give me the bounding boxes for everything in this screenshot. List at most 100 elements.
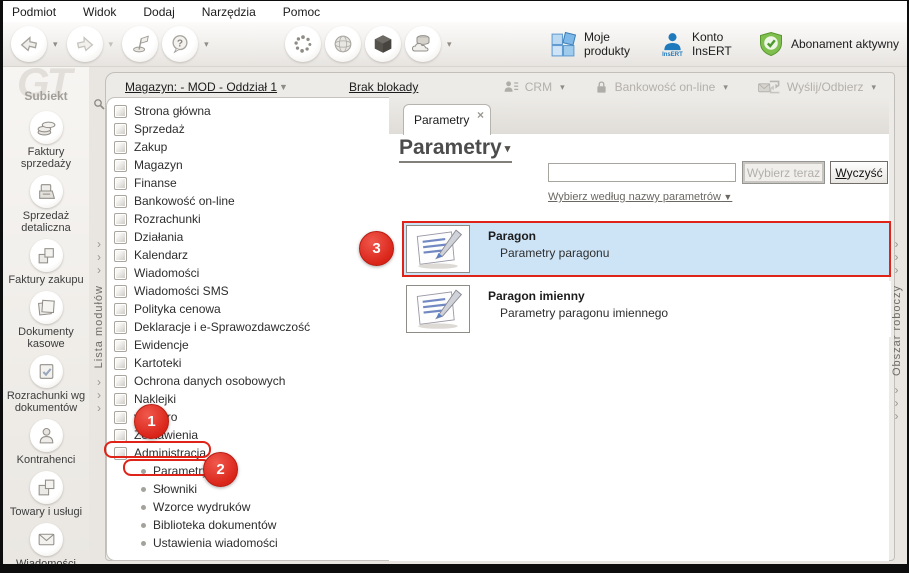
forward-button[interactable] xyxy=(66,26,103,62)
workspace-area-strip[interactable]: › › › Obszar roboczy › › › xyxy=(888,98,905,550)
module-button[interactable]: Kontrahenci xyxy=(3,417,89,469)
subscription-status-button[interactable]: Abonament aktywny xyxy=(758,31,899,57)
nav-item-icon xyxy=(114,428,127,442)
expand-chevron-icon[interactable]: › xyxy=(895,264,899,277)
cloud-data-button[interactable] xyxy=(405,26,441,62)
nav-item[interactable]: Ustawienia wiadomości xyxy=(107,534,389,552)
insert-account-button[interactable]: InsERT Konto InsERT xyxy=(660,30,736,58)
nav-item[interactable]: Wiadomości SMS xyxy=(107,282,389,300)
module-list: Faktury sprzedaży Sprzedaż detaliczna Fa… xyxy=(3,109,89,564)
nav-item[interactable]: Ochrona danych osobowych xyxy=(107,372,389,390)
nav-item[interactable]: Kalendarz xyxy=(107,246,389,264)
workspace-area-strip-label: Obszar roboczy xyxy=(890,285,903,377)
warehouse-caret-icon[interactable]: ▼ xyxy=(279,82,288,92)
module-button[interactable]: Dokumenty kasowe xyxy=(3,289,89,353)
send-receive-button[interactable]: Wyślij/Odbierz ▾ xyxy=(757,79,881,95)
crm-toggle[interactable]: CRM ▾ xyxy=(503,79,570,95)
forward-arrow-icon xyxy=(76,36,93,52)
parameter-search-input[interactable] xyxy=(548,163,736,182)
nav-item[interactable]: Słowniki xyxy=(107,480,389,498)
paragon-document-icon xyxy=(416,229,463,269)
globe-button[interactable] xyxy=(325,26,361,62)
nav-item-icon xyxy=(114,356,127,370)
nav-item[interactable]: Polityka cenowa xyxy=(107,300,389,318)
module-button[interactable]: Faktury sprzedaży xyxy=(3,109,89,173)
help-dropdown-caret-icon[interactable]: ▾ xyxy=(204,39,209,50)
pin-icon[interactable] xyxy=(93,98,105,110)
nav-item[interactable]: Wiadomości xyxy=(107,264,389,282)
context-bar: Magazyn: - MOD - Oddział 1 ▼ Brak blokady… xyxy=(125,77,881,97)
banking-lock-icon xyxy=(597,81,606,93)
module-button[interactable]: Towary i usługi xyxy=(3,469,89,521)
menu-dodaj[interactable]: Dodaj xyxy=(143,5,174,19)
nav-item-icon xyxy=(114,446,127,460)
choose-now-button[interactable]: Wybierz teraz xyxy=(742,161,825,184)
nav-item-icon xyxy=(114,104,127,118)
nav-item-icon xyxy=(114,338,127,352)
module-button[interactable]: Rozrachunki wg dokumentów xyxy=(3,353,89,417)
cube-button[interactable] xyxy=(365,26,401,62)
app-window: Podmiot Widok Dodaj Narzędzia Pomoc ▾ ▾ … xyxy=(0,0,909,573)
nav-item[interactable]: Biblioteka dokumentów xyxy=(107,516,389,534)
context-services: CRM ▾ Bankowość on-line ▾ Wyślij/Odbierz ▾ xyxy=(489,79,881,95)
help-button[interactable]: ? xyxy=(162,26,199,62)
globe-icon xyxy=(334,35,352,53)
clear-button[interactable]: Wyczyść xyxy=(830,161,888,184)
nav-item[interactable]: Kartoteki xyxy=(107,354,389,372)
nav-item[interactable]: Sprzedaż xyxy=(107,120,389,138)
flag-button[interactable] xyxy=(122,26,159,62)
insert-logo-text: InsERT xyxy=(662,51,683,58)
back-button[interactable] xyxy=(11,26,47,62)
tab-parametry[interactable]: Parametry × xyxy=(403,104,491,135)
nav-item[interactable]: Działania xyxy=(107,228,389,246)
module-button[interactable]: Sprzedaż detaliczna xyxy=(3,173,89,237)
module-button[interactable]: Wiadomości odebrane xyxy=(3,521,89,564)
nav-item[interactable]: Zakup xyxy=(107,138,389,156)
menu-widok[interactable]: Widok xyxy=(83,5,116,19)
menu-bar: Podmiot Widok Dodaj Narzędzia Pomoc xyxy=(3,1,907,22)
back-dropdown-caret-icon[interactable]: ▾ xyxy=(53,39,58,50)
insert-account-icon xyxy=(664,32,681,50)
nav-item[interactable]: Deklaracje i e-Sprawozdawczość xyxy=(107,318,389,336)
nav-item[interactable]: Administracja xyxy=(107,444,389,462)
expand-chevron-icon[interactable]: › xyxy=(97,264,101,277)
lock-status-link[interactable]: Brak blokady xyxy=(349,80,418,94)
page-title[interactable]: Parametry ▾ xyxy=(399,136,513,163)
gear-dots-button[interactable] xyxy=(285,26,321,62)
subscription-label: Abonament aktywny xyxy=(790,37,899,51)
cloud-dropdown-caret-icon[interactable]: ▾ xyxy=(447,39,452,50)
module-list-strip-label: Lista modułów xyxy=(93,285,105,369)
my-products-button[interactable]: Moje produkty xyxy=(550,30,638,58)
nav-item[interactable]: Finanse xyxy=(107,174,389,192)
tab-close-icon[interactable]: × xyxy=(477,109,484,121)
retail-sales-icon xyxy=(29,175,63,208)
goods-services-icon xyxy=(29,471,63,504)
expand-chevron-icon[interactable]: › xyxy=(97,402,101,415)
online-banking-toggle[interactable]: Bankowość on-line ▾ xyxy=(594,79,733,95)
nav-item-icon xyxy=(114,194,127,208)
forward-dropdown-caret-icon[interactable]: ▾ xyxy=(109,39,114,50)
nav-sub-bullet-icon xyxy=(141,522,146,528)
help-icon: ? xyxy=(172,35,188,54)
services-group: ▾ xyxy=(285,26,457,62)
menu-pomoc[interactable]: Pomoc xyxy=(283,5,320,19)
nav-item[interactable]: Rozrachunki xyxy=(107,210,389,228)
nav-item[interactable]: Wzorce wydruków xyxy=(107,498,389,516)
warehouse-selector-link[interactable]: Magazyn: - MOD - Oddział 1 xyxy=(125,80,277,94)
parameter-row[interactable]: Paragon Parametry paragonu xyxy=(402,221,891,277)
navigation-panel: Strona główna Sprzedaż Zakup Magazyn Fin… xyxy=(106,97,390,561)
paragon-document-icon xyxy=(416,289,463,329)
nav-item[interactable]: Magazyn xyxy=(107,156,389,174)
nav-item[interactable]: Ewidencje xyxy=(107,336,389,354)
menu-podmiot[interactable]: Podmiot xyxy=(12,5,56,19)
filter-by-name-link[interactable]: Wybierz według nazwy parametrów ▼ xyxy=(548,191,732,203)
expand-chevron-icon[interactable]: › xyxy=(895,410,899,423)
nav-item[interactable]: Bankowość on-line xyxy=(107,192,389,210)
parameter-row[interactable]: Paragon imienny Parametry paragonu imien… xyxy=(402,281,891,337)
module-button[interactable]: Faktury zakupu xyxy=(3,237,89,289)
nav-item[interactable]: Strona główna xyxy=(107,102,389,120)
nav-item[interactable]: Parametry xyxy=(107,462,389,480)
parameter-list: Paragon Parametry paragonu Paragon imien… xyxy=(402,221,892,341)
menu-narzedzia[interactable]: Narzędzia xyxy=(202,5,256,19)
filter-caret-icon: ▼ xyxy=(720,192,733,202)
